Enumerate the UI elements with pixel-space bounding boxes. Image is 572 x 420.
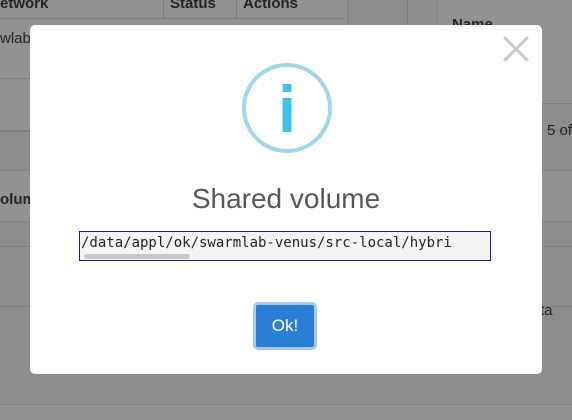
dialog-title: Shared volume	[191, 183, 381, 214]
alert-dialog: Shared volume /data/appl/ok/swarmlab-ven…	[30, 25, 542, 374]
close-button[interactable]	[500, 31, 532, 67]
app-root: etwork Status Actions wlabo Name olum 5 …	[0, 0, 572, 420]
ok-button[interactable]: Ok!	[253, 302, 317, 350]
close-icon	[503, 36, 529, 62]
shared-volume-path-field[interactable]: /data/appl/ok/swarmlab-venus/src-local/h…	[79, 231, 491, 261]
path-horizontal-scrollbar[interactable]	[84, 254, 190, 259]
info-icon	[242, 63, 332, 153]
shared-volume-path-text[interactable]: /data/appl/ok/swarmlab-venus/src-local/h…	[81, 235, 452, 251]
